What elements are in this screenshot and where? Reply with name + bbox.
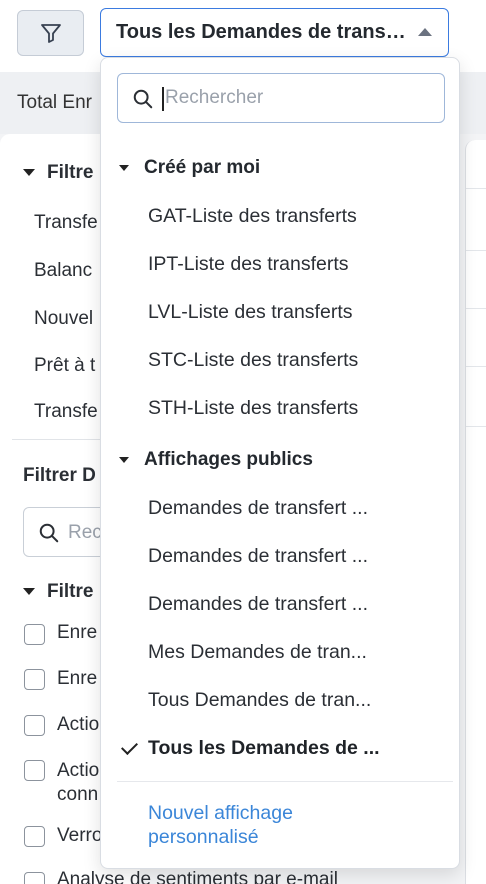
filter-checkbox[interactable] (24, 715, 45, 736)
text-cursor (162, 87, 164, 111)
view-option[interactable]: IPT-Liste des transferts (148, 253, 408, 276)
quick-filter-item[interactable]: Balanc (34, 260, 92, 282)
filter-toggle-button[interactable] (17, 10, 84, 56)
view-option[interactable]: Tous Demandes de tran... (148, 689, 408, 712)
filter-checkbox[interactable] (24, 872, 45, 884)
view-option[interactable]: STH-Liste des transferts (148, 397, 408, 420)
view-selector[interactable]: Tous les Demandes de transfert (100, 8, 449, 57)
row-divider (466, 250, 486, 251)
collapse-icon (23, 169, 35, 177)
filter-checkbox-label: Verro (57, 825, 103, 846)
filter-checkbox[interactable] (24, 760, 45, 781)
new-custom-view-link[interactable]: Nouvel affichage personnalisé (148, 801, 408, 849)
menu-divider (117, 781, 453, 782)
caret-up-icon (418, 28, 432, 36)
filter-checkbox-label: Actio (57, 714, 100, 735)
quick-filter-item[interactable]: Prêt à t (34, 355, 95, 377)
view-dropdown-menu: Créé par moi GAT-Liste des transferts IP… (100, 57, 460, 869)
collapse-icon (119, 165, 129, 171)
view-option[interactable]: Demandes de transfert ... (148, 593, 408, 616)
filter-checkbox-label: Actio (57, 760, 100, 781)
collapse-icon (23, 588, 35, 596)
collapse-icon (119, 457, 129, 463)
filter-checkbox-label: conn (57, 784, 99, 805)
group-title: Affichages publics (144, 449, 313, 470)
total-records-label: Total Enr (17, 92, 92, 113)
funnel-icon (40, 24, 61, 43)
row-divider (466, 426, 486, 427)
filter-checkbox[interactable] (24, 624, 45, 645)
group-header-public-views[interactable]: Affichages publics (119, 449, 313, 471)
view-search-input[interactable] (165, 82, 425, 114)
row-divider (466, 366, 486, 367)
filter-checkbox[interactable] (24, 669, 45, 690)
view-option[interactable]: Demandes de transfert ... (148, 545, 408, 568)
filter-checkbox[interactable] (24, 826, 45, 847)
view-option[interactable]: GAT-Liste des transferts (148, 205, 408, 228)
search-icon (133, 89, 153, 109)
field-filters-header[interactable]: Filtre (23, 581, 93, 603)
group-title: Créé par moi (144, 157, 261, 178)
quick-filter-item[interactable]: Nouvel (34, 308, 93, 330)
view-option-selected[interactable]: Tous les Demandes de ... (148, 737, 408, 760)
view-option[interactable]: STC-Liste des transferts (148, 349, 408, 372)
system-filters-header[interactable]: Filtre (23, 162, 93, 184)
quick-filter-item[interactable]: Transfe (34, 212, 98, 234)
view-option[interactable]: Mes Demandes de tran... (148, 641, 408, 664)
search-icon (39, 523, 59, 543)
records-panel (465, 140, 486, 884)
filter-checkbox-label: Enre (57, 622, 98, 643)
system-filters-label: Filtre (47, 162, 94, 183)
view-selector-label: Tous les Demandes de transfert (116, 21, 406, 43)
view-option[interactable]: LVL-Liste des transferts (148, 301, 408, 324)
filter-checkbox-label: Enre (57, 668, 98, 689)
view-option[interactable]: Demandes de transfert ... (148, 497, 408, 520)
row-divider (466, 188, 486, 189)
quick-filter-item[interactable]: Transfe (34, 401, 98, 423)
row-divider (466, 308, 486, 309)
field-search-placeholder: Rec (68, 522, 102, 543)
filter-checkbox-label: Analyse de sentiments par e-mail (57, 869, 338, 884)
view-search-field[interactable] (117, 73, 445, 123)
filter-by-fields-title: Filtrer D (23, 465, 96, 486)
group-header-created-by-me[interactable]: Créé par moi (119, 157, 260, 179)
check-icon (121, 738, 138, 755)
field-filters-label: Filtre (47, 581, 94, 602)
